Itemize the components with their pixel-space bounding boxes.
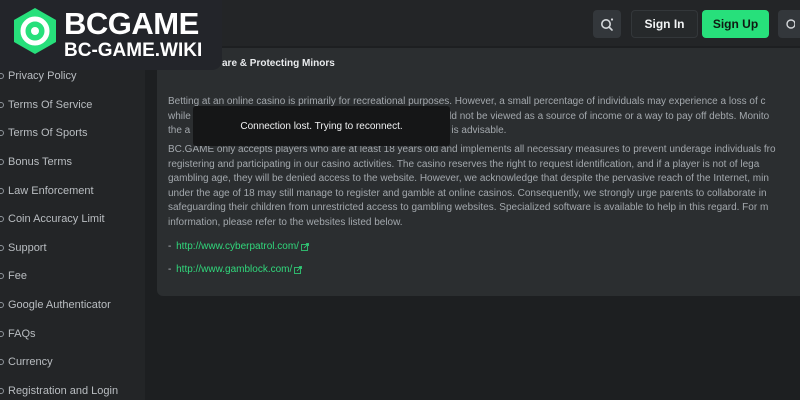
bullet-icon xyxy=(0,73,4,79)
sidebar-item-faqs[interactable]: FAQs xyxy=(0,324,145,344)
sidebar-item-label: Google Authenticator xyxy=(8,299,111,311)
search-icon xyxy=(601,18,614,31)
bullet-icon xyxy=(0,102,4,108)
connection-lost-toast: Connection lost. Trying to reconnect. xyxy=(193,106,450,146)
bullet-icon xyxy=(0,245,4,251)
sign-up-button[interactable]: Sign Up xyxy=(702,10,769,38)
link-prefix: - xyxy=(168,241,175,252)
sidebar-item-terms-of-sports[interactable]: Terms Of Sports xyxy=(0,123,145,143)
sidebar-item-label: Terms Of Sports xyxy=(8,127,88,139)
sidebar-item-google-authenticator[interactable]: Google Authenticator xyxy=(0,295,145,315)
sidebar-item-currency[interactable]: Currency xyxy=(0,352,145,372)
gamblock-link[interactable]: http://www.gamblock.com/ xyxy=(176,264,292,275)
sidebar-item-label: Support xyxy=(8,242,47,254)
bullet-icon xyxy=(0,388,4,394)
menu-icon xyxy=(786,19,795,29)
brand-subtitle: BC-GAME.WIKI xyxy=(64,40,203,61)
bullet-icon xyxy=(0,331,4,337)
sidebar: Privacy Policy Terms Of Service Terms Of… xyxy=(0,46,145,400)
paragraph-line: safeguarding their children from unrestr… xyxy=(168,202,769,213)
menu-button[interactable] xyxy=(778,10,800,38)
bcgame-logo-icon xyxy=(14,8,56,54)
sidebar-item-coin-accuracy-limit[interactable]: Coin Accuracy Limit xyxy=(0,209,145,229)
sidebar-item-label: Currency xyxy=(8,356,53,368)
brand-logo[interactable]: BCGAME BC-GAME.WIKI xyxy=(0,0,222,70)
cyberpatrol-link[interactable]: http://www.cyberpatrol.com/ xyxy=(176,241,299,252)
sidebar-item-support[interactable]: Support xyxy=(0,238,145,258)
bullet-icon xyxy=(0,188,4,194)
external-link-icon[interactable] xyxy=(294,265,303,274)
sidebar-item-label: Coin Accuracy Limit xyxy=(8,213,105,225)
sidebar-item-label: Registration and Login xyxy=(8,385,119,397)
search-button[interactable] xyxy=(593,10,621,38)
paragraph-line: information, please refer to the website… xyxy=(168,216,403,228)
paragraph-line: gambling age, they will be denied access… xyxy=(168,173,769,184)
bullet-icon xyxy=(0,302,4,308)
brand-title: BCGAME xyxy=(64,6,199,41)
sidebar-item-label: Privacy Policy xyxy=(8,70,77,82)
sidebar-item-label: Fee xyxy=(8,270,27,282)
link-item: - http://www.gamblock.com/ xyxy=(168,264,303,275)
sign-in-button[interactable]: Sign In xyxy=(631,10,698,38)
sidebar-item-bonus-terms[interactable]: Bonus Terms xyxy=(0,152,145,172)
bullet-icon xyxy=(0,130,4,136)
external-link-icon[interactable] xyxy=(301,242,309,251)
bullet-icon xyxy=(0,216,4,222)
paragraph-line: under the age of 18 may still manage to … xyxy=(168,187,767,199)
bullet-icon xyxy=(0,359,4,365)
sidebar-item-label: Law Enforcement xyxy=(8,185,94,197)
link-prefix: - xyxy=(168,264,175,275)
bullet-icon xyxy=(0,159,4,165)
sidebar-item-label: Bonus Terms xyxy=(8,156,72,168)
paragraph-underage: BC.GAME only accepts players who are at … xyxy=(168,143,800,230)
sidebar-item-terms-of-service[interactable]: Terms Of Service xyxy=(0,95,145,115)
page-title: are & Protecting Minors xyxy=(222,58,335,69)
sidebar-item-law-enforcement[interactable]: Law Enforcement xyxy=(0,181,145,201)
sidebar-item-registration-and-login[interactable]: Registration and Login xyxy=(0,381,145,400)
sidebar-item-fee[interactable]: Fee xyxy=(0,266,145,286)
sidebar-item-label: FAQs xyxy=(8,328,36,340)
paragraph-line: registering and participating in our cas… xyxy=(168,158,760,170)
bullet-icon xyxy=(0,273,4,279)
sidebar-item-label: Terms Of Service xyxy=(8,99,93,111)
toast-message: Connection lost. Trying to reconnect. xyxy=(240,120,403,132)
link-item: - http://www.cyberpatrol.com/ xyxy=(168,241,309,252)
